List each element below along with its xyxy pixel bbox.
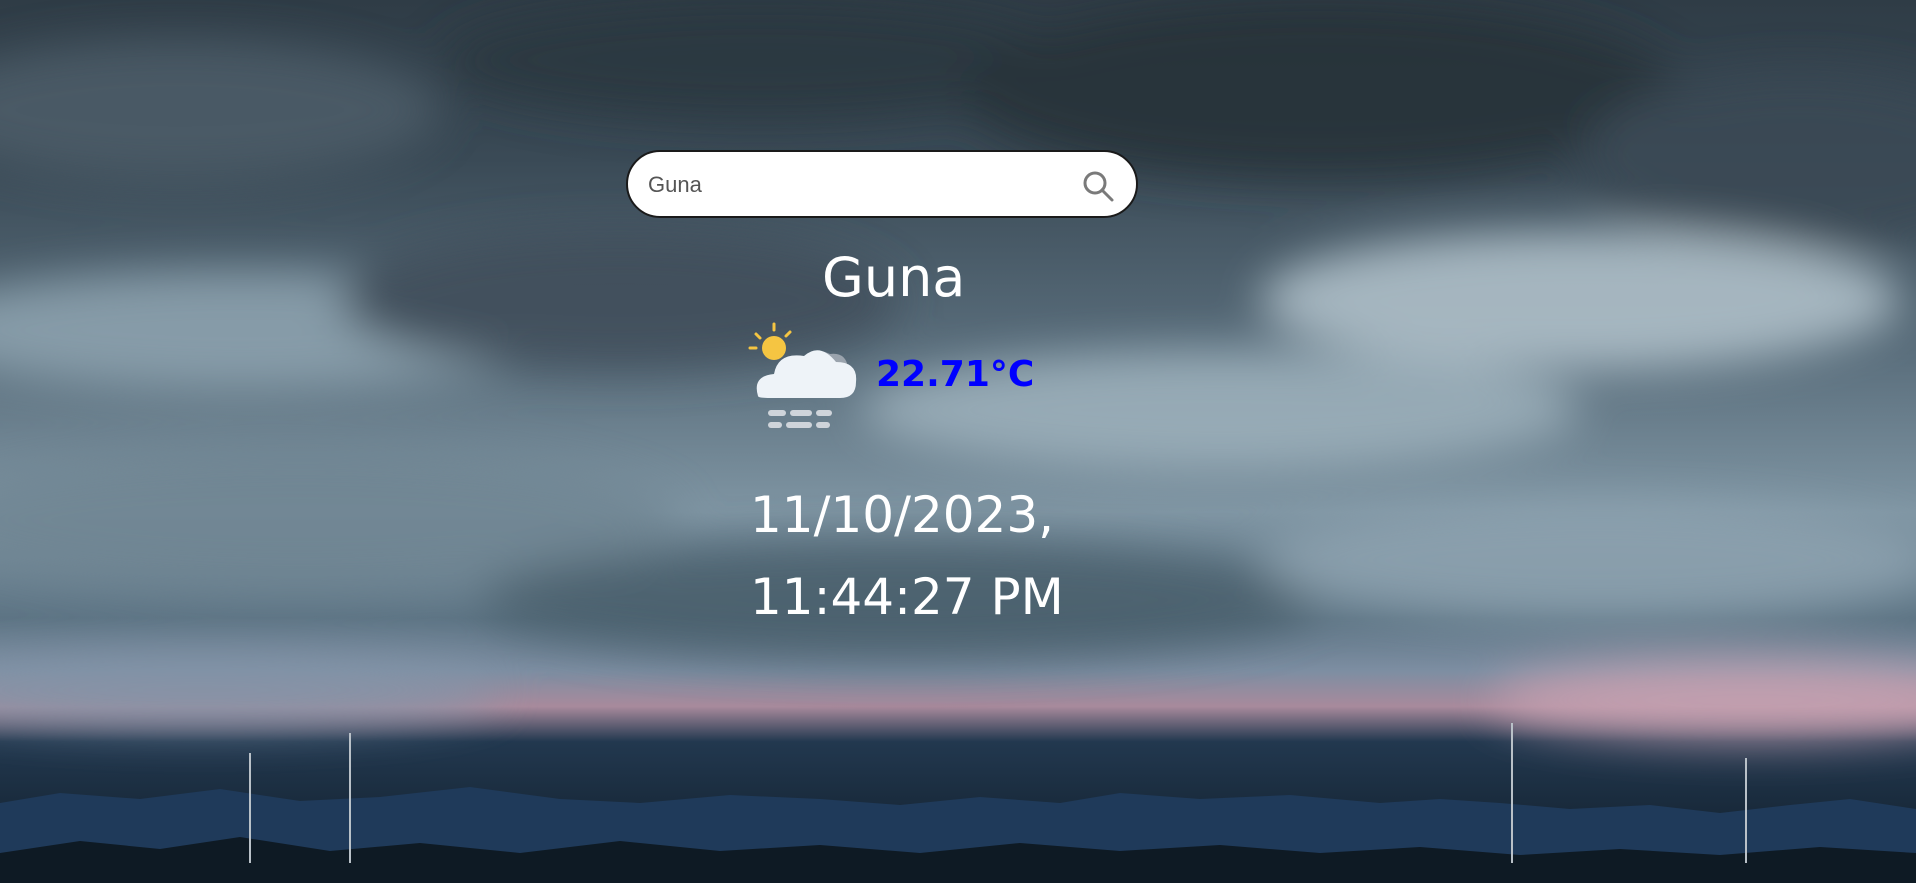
city-name: Guna xyxy=(822,246,966,309)
search-icon[interactable] xyxy=(1080,168,1116,204)
temperature-value: 22.71°C xyxy=(876,354,1035,395)
weather-app-background: Guna 22.71°C 11/10/2023, 11:44:27 PM xyxy=(0,0,1916,883)
search-bar xyxy=(626,150,1138,218)
city-search-input[interactable] xyxy=(646,164,1050,206)
local-datetime: 11/10/2023, 11:44:27 PM xyxy=(750,486,1064,626)
cloud-sun-fog-icon xyxy=(748,322,857,428)
mountain-landscape xyxy=(0,723,1916,883)
